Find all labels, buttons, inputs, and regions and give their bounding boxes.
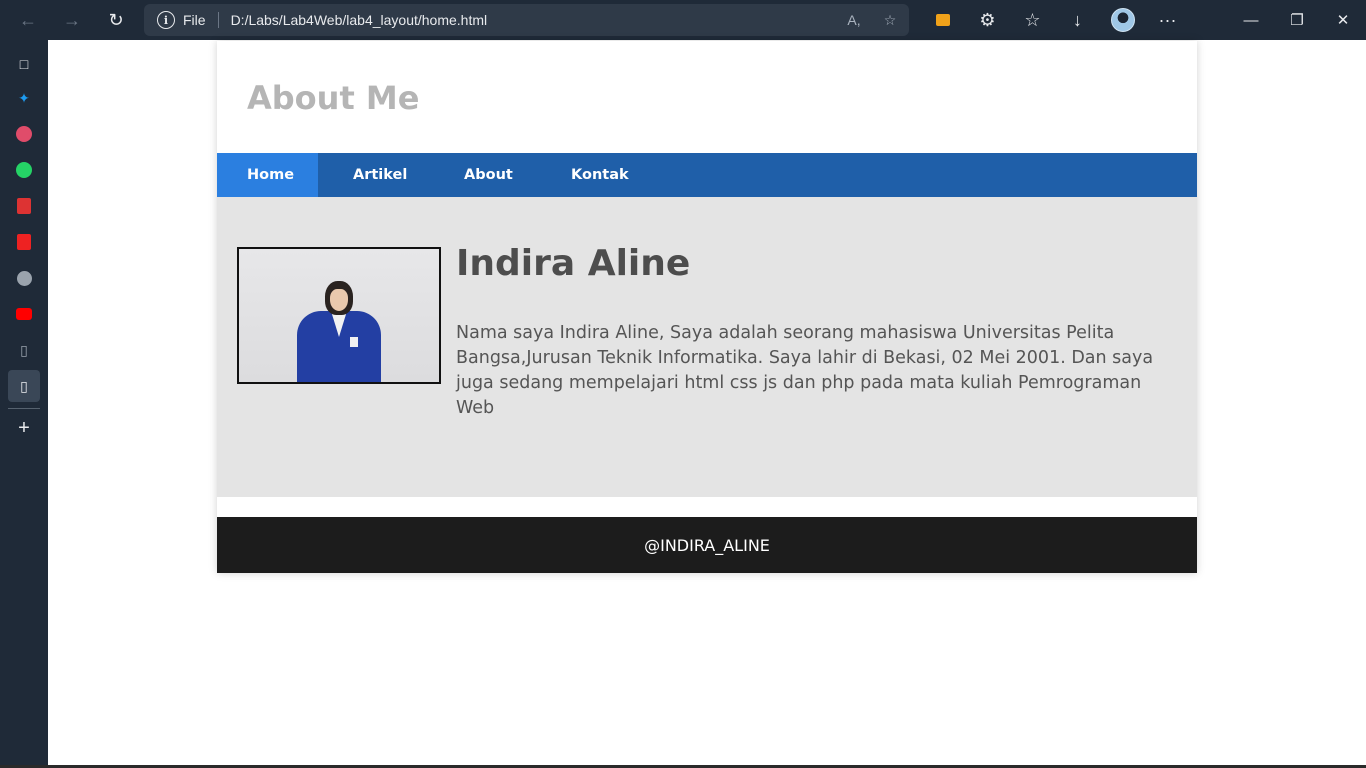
- whatsapp-icon[interactable]: [8, 154, 40, 186]
- page-header: About Me: [217, 41, 1197, 153]
- person-face: [330, 289, 348, 311]
- content-gap: [217, 497, 1197, 517]
- favorites-icon[interactable]: ☆: [1010, 0, 1055, 40]
- plus-icon[interactable]: +: [8, 412, 40, 444]
- main-nav: Home Artikel About Kontak: [217, 153, 1197, 197]
- address-separator: [217, 12, 219, 28]
- profile-section: Indira Aline Nama saya Indira Aline, Say…: [217, 197, 1197, 497]
- profile-button[interactable]: [1100, 0, 1145, 40]
- browser-sidebar: □ ✦ ▯ ▯ +: [0, 40, 48, 768]
- sidebar-separator: [8, 408, 40, 409]
- pdf-icon[interactable]: [8, 226, 40, 258]
- nav-item-home[interactable]: Home: [217, 153, 318, 197]
- info-icon[interactable]: i: [157, 11, 175, 29]
- minimize-icon[interactable]: —: [1228, 0, 1274, 40]
- badge: [350, 337, 358, 347]
- more-icon[interactable]: ···: [1145, 0, 1190, 40]
- browser-toolbar: ← → ↻ i File D:/Labs/Lab4Web/lab4_layout…: [0, 0, 1366, 40]
- puzzle-icon[interactable]: ⚙: [965, 0, 1010, 40]
- nav-item-kontak[interactable]: Kontak: [542, 153, 662, 197]
- github-icon[interactable]: [8, 262, 40, 294]
- refresh-icon[interactable]: ↻: [94, 0, 138, 40]
- youtube-icon[interactable]: [8, 298, 40, 330]
- file-icon[interactable]: ▯: [8, 370, 40, 402]
- nav-item-about[interactable]: About: [435, 153, 542, 197]
- footer-text: @INDIRA_ALINE: [644, 535, 770, 555]
- address-scheme: File: [183, 12, 206, 28]
- read-aloud-icon[interactable]: A,: [843, 9, 865, 31]
- extension-icon[interactable]: [920, 0, 965, 40]
- pdf-icon[interactable]: [8, 190, 40, 222]
- profile-name: Indira Aline: [456, 243, 691, 284]
- address-url[interactable]: D:/Labs/Lab4Web/lab4_layout/home.html: [231, 12, 488, 28]
- arrow-left-icon[interactable]: ←: [6, 0, 50, 40]
- file-icon[interactable]: ▯: [8, 334, 40, 366]
- arrow-right-icon[interactable]: →: [50, 0, 94, 40]
- page-footer: @INDIRA_ALINE: [217, 517, 1197, 573]
- star-plus-icon[interactable]: ☆: [879, 9, 901, 31]
- tab-actions-icon[interactable]: □: [8, 48, 40, 80]
- page-title: About Me: [247, 79, 420, 117]
- address-bar[interactable]: i File D:/Labs/Lab4Web/lab4_layout/home.…: [144, 4, 909, 36]
- restore-icon[interactable]: ❐: [1274, 0, 1320, 40]
- nav-item-artikel[interactable]: Artikel: [318, 153, 435, 197]
- avatar: [1110, 8, 1135, 32]
- close-icon[interactable]: ✕: [1320, 0, 1366, 40]
- messenger-icon[interactable]: [8, 118, 40, 150]
- download-icon[interactable]: ↓: [1055, 0, 1100, 40]
- page-container: About Me Home Artikel About Kontak Indir…: [217, 41, 1197, 573]
- twitter-icon[interactable]: ✦: [8, 82, 40, 114]
- profile-photo: [237, 247, 441, 384]
- profile-description: Nama saya Indira Aline, Saya adalah seor…: [456, 323, 1154, 418]
